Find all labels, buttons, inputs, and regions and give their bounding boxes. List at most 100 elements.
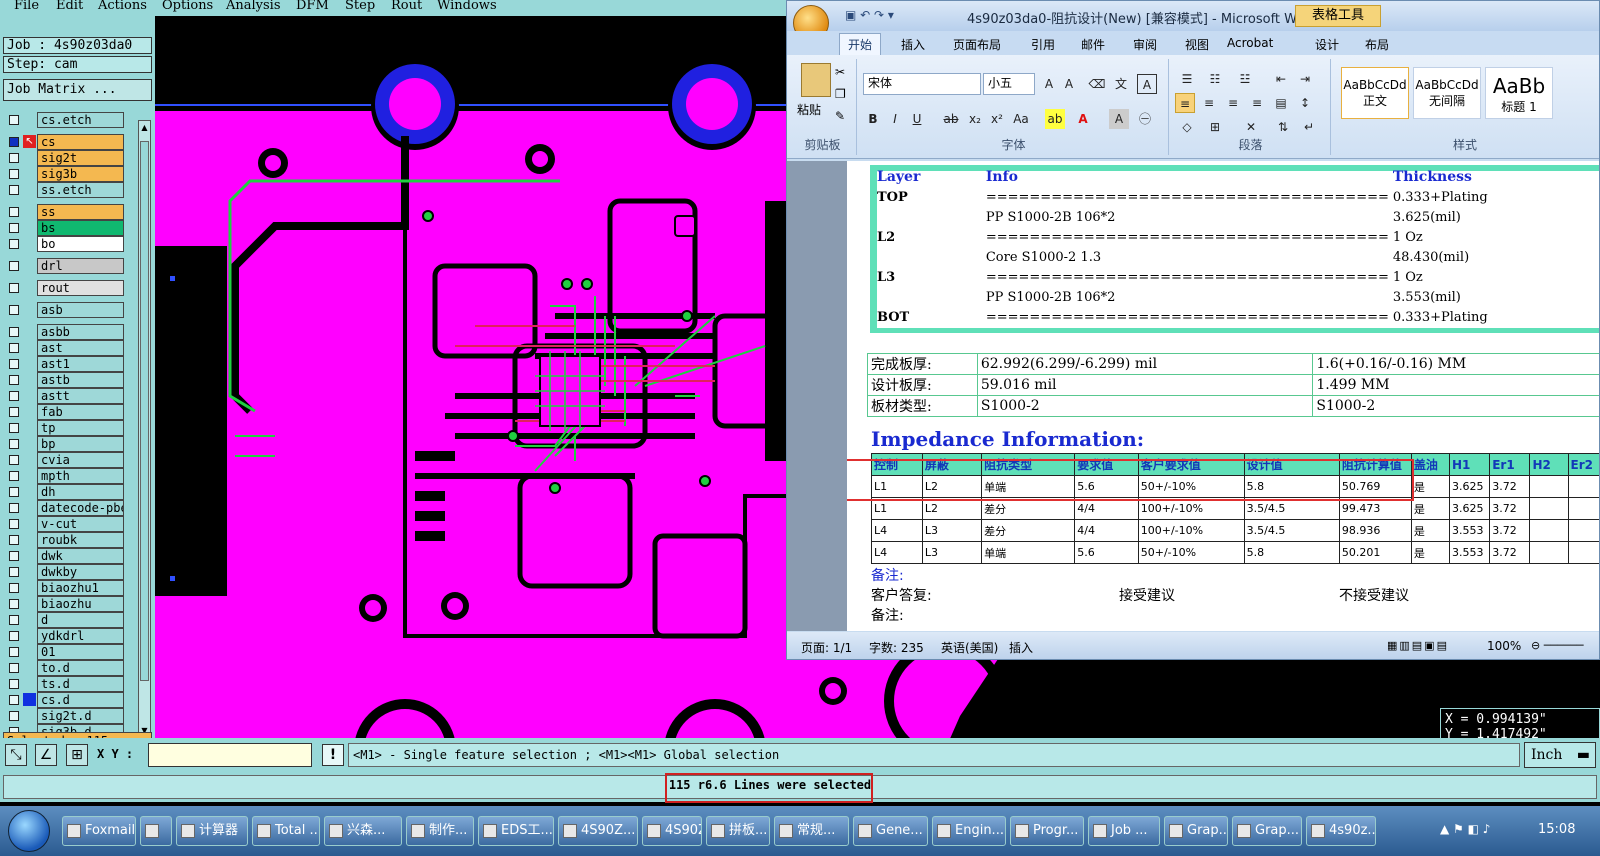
tab-7[interactable]: Acrobat (1227, 36, 1273, 50)
align-center-icon[interactable]: ≡ (1199, 93, 1219, 113)
layer-name[interactable]: astt (37, 388, 124, 404)
align-right-icon[interactable]: ≡ (1223, 93, 1243, 113)
layer-checkbox[interactable] (9, 679, 19, 689)
document-page[interactable]: Layer Info Thickness TOP ===================… (847, 161, 1599, 631)
layer-checkbox[interactable] (9, 115, 19, 125)
layer-checkbox[interactable] (9, 551, 19, 561)
tab-6[interactable]: 视图 (1185, 36, 1209, 53)
layer-row-bs[interactable]: bs (3, 220, 124, 236)
tab-5[interactable]: 审阅 (1133, 36, 1157, 53)
layer-row-to.d[interactable]: to.d (3, 660, 124, 676)
layer-checkbox[interactable] (9, 647, 19, 657)
layer-checkbox[interactable] (9, 695, 19, 705)
taskbar-item-7[interactable]: 4S90Z... (558, 816, 638, 846)
enclose-char-icon[interactable]: ㊀ (1135, 109, 1155, 129)
view-buttons-icon[interactable]: ▦▥▤▣▤ (1387, 639, 1449, 652)
layer-checkbox[interactable] (9, 223, 19, 233)
taskbar-item-6[interactable]: EDS工... (478, 816, 554, 846)
taskbar-item-8[interactable]: 4S90Z... (642, 816, 702, 846)
taskbar-item-9[interactable]: 拼板... (706, 816, 770, 846)
taskbar-item-12[interactable]: Engin... (932, 816, 1006, 846)
layer-checkbox[interactable] (9, 519, 19, 529)
layer-checkbox[interactable] (9, 439, 19, 449)
layer-row-roubk[interactable]: roubk (3, 532, 124, 548)
layer-checkbox[interactable] (9, 471, 19, 481)
layer-row-ydkdrl[interactable]: ydkdrl (3, 628, 124, 644)
layer-name[interactable]: fab (37, 404, 124, 420)
menu-actions[interactable]: Actions (98, 0, 147, 13)
layer-row-astb[interactable]: astb (3, 372, 124, 388)
increase-indent-icon[interactable]: ⇥ (1295, 69, 1315, 89)
layer-row-asbb[interactable]: asbb (3, 324, 124, 340)
layer-checkbox[interactable] (9, 305, 19, 315)
layer-name[interactable]: bp (37, 436, 124, 452)
bold-icon[interactable]: B (863, 109, 883, 129)
tab-0[interactable]: 开始 (839, 33, 882, 55)
shrink-font-icon[interactable]: A (1059, 74, 1079, 94)
clear-format-icon[interactable]: ⌫ (1087, 74, 1107, 94)
layer-checkbox[interactable] (9, 599, 19, 609)
xy-input[interactable] (148, 743, 312, 767)
tab-3[interactable]: 引用 (1031, 36, 1055, 53)
layer-row-dh[interactable]: dh (3, 484, 124, 500)
job-matrix-button[interactable]: Job Matrix ... (3, 79, 152, 101)
grid-icon[interactable]: ⊞ (66, 744, 88, 766)
copy-icon[interactable]: ❐ (835, 87, 846, 101)
layer-name[interactable]: asb (37, 302, 124, 318)
layer-checkbox[interactable] (9, 169, 19, 179)
taskbar-item-15[interactable]: Grap... (1164, 816, 1228, 846)
layer-name[interactable]: biaozhu1 (37, 580, 124, 596)
layer-name[interactable]: roubk (37, 532, 124, 548)
menu-dfm[interactable]: DFM (296, 0, 329, 13)
layer-name[interactable]: datecode-pbe (37, 500, 124, 516)
style-card-0[interactable]: AaBbCcDd 正文 (1341, 67, 1409, 119)
taskbar-item-2[interactable]: 计算器 (176, 816, 248, 846)
layer-name[interactable]: bo (37, 236, 124, 252)
style-card-1[interactable]: AaBbCcDd 无间隔 (1413, 67, 1481, 119)
layer-row-ast1[interactable]: ast1 (3, 356, 124, 372)
layer-name[interactable]: bs (37, 220, 124, 236)
layer-checkbox[interactable] (9, 137, 19, 147)
layer-row-ss[interactable]: ss (3, 204, 124, 220)
cn-layout-icon[interactable]: ✕ (1241, 117, 1261, 137)
subscript-icon[interactable]: x₂ (965, 109, 985, 129)
layer-name[interactable]: ts.d (37, 676, 124, 692)
alert-icon[interactable]: ! (322, 744, 344, 766)
layer-row-rout[interactable]: rout (3, 280, 124, 296)
layer-row-cs.etch[interactable]: cs.etch (3, 112, 124, 128)
layer-row-dwkby[interactable]: dwkby (3, 564, 124, 580)
taskbar-item-5[interactable]: 制作... (406, 816, 474, 846)
layer-row-sig2t[interactable]: sig2t (3, 150, 124, 166)
bullets-icon[interactable]: ☰ (1177, 69, 1197, 89)
cut-icon[interactable]: ✂ (835, 65, 845, 79)
tab-2[interactable]: 页面布局 (953, 36, 1001, 53)
layer-row-v-cut[interactable]: v-cut (3, 516, 124, 532)
decrease-indent-icon[interactable]: ⇤ (1271, 69, 1291, 89)
layer-row-astt[interactable]: astt (3, 388, 124, 404)
taskbar-item-3[interactable]: Total ... (252, 816, 320, 846)
layer-checkbox[interactable] (9, 583, 19, 593)
layer-checkbox[interactable] (9, 261, 19, 271)
show-marks-icon[interactable]: ↵ (1299, 117, 1319, 137)
format-painter-icon[interactable]: ✎ (835, 109, 845, 123)
style-card-2[interactable]: AaBb 标题 1 (1485, 67, 1553, 119)
layer-checkbox[interactable] (9, 185, 19, 195)
menu-file[interactable]: File (14, 0, 39, 13)
superscript-icon[interactable]: x² (987, 109, 1007, 129)
layer-checkbox[interactable] (9, 711, 19, 721)
taskbar-item-1[interactable] (140, 816, 172, 846)
layer-row-asb[interactable]: asb (3, 302, 124, 318)
layer-row-dwk[interactable]: dwk (3, 548, 124, 564)
justify-icon[interactable]: ≡ (1247, 93, 1267, 113)
zoom-level[interactable]: 100% (1487, 639, 1521, 653)
layer-name[interactable]: cvia (37, 452, 124, 468)
italic-icon[interactable]: I (885, 109, 905, 129)
layer-name[interactable]: d (37, 612, 124, 628)
layer-list-scrollbar[interactable]: ▲ ▼ (138, 120, 151, 738)
layer-checkbox[interactable] (9, 663, 19, 673)
change-case-icon[interactable]: Aa (1011, 109, 1031, 129)
layer-row-fab[interactable]: fab (3, 404, 124, 420)
scroll-up-icon[interactable]: ▲ (140, 123, 149, 132)
taskbar-item-14[interactable]: Job ... (1088, 816, 1160, 846)
layer-name[interactable]: dh (37, 484, 124, 500)
